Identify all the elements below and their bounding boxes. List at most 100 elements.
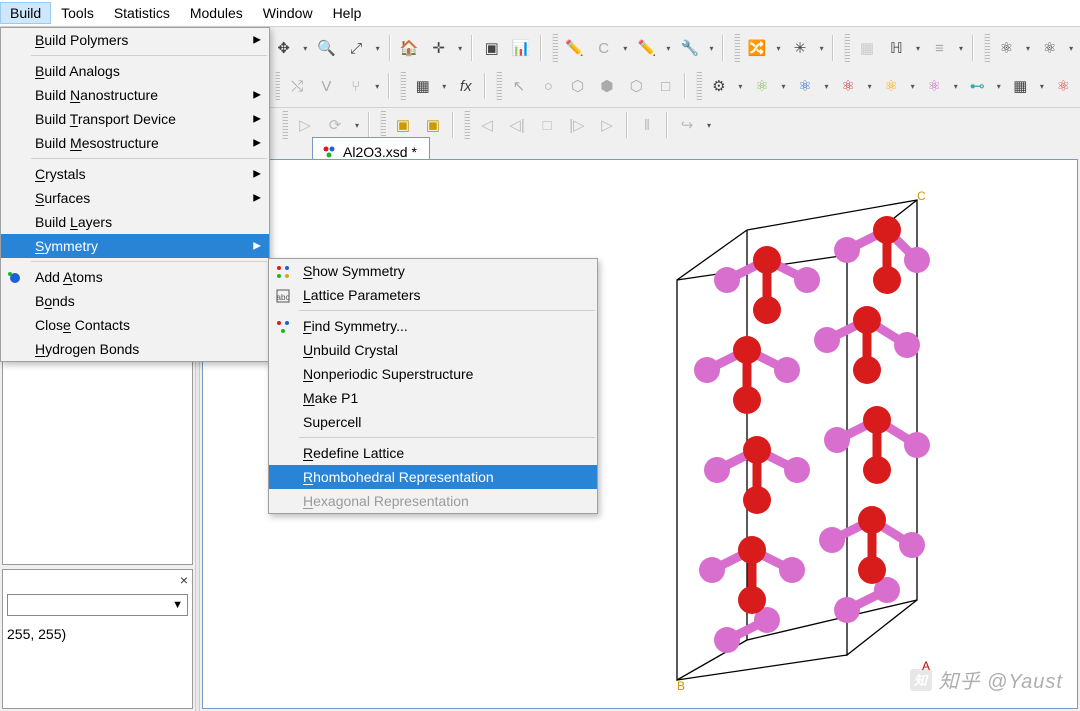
menu-show-symmetry[interactable]: Show Symmetry: [269, 259, 597, 283]
tool-h-icon[interactable]: ℍ: [884, 35, 909, 61]
svg-text:abc: abc: [277, 293, 290, 302]
dropdown-icon[interactable]: ▾: [664, 44, 674, 53]
menu-window[interactable]: Window: [253, 2, 323, 24]
dropdown-icon[interactable]: ▾: [774, 44, 784, 53]
find-symmetry-icon: [273, 317, 293, 337]
menu-nonperiodic-superstructure[interactable]: Nonperiodic Superstructure: [269, 362, 597, 386]
tool-mod8-icon[interactable]: ▦: [1008, 73, 1033, 99]
document-tabstrip: Al2O3.xsd *: [200, 105, 1080, 159]
tool-pencil-icon[interactable]: ✏️: [562, 35, 587, 61]
submenu-arrow-icon: ▶: [253, 35, 261, 46]
tool-tree-icon[interactable]: ⑂: [343, 73, 368, 99]
tool-build-icon[interactable]: 🔧: [677, 35, 702, 61]
dropdown-icon[interactable]: ▾: [1023, 44, 1033, 53]
tool-home-icon[interactable]: 🏠: [397, 35, 422, 61]
menu-hydrogen-bonds[interactable]: Hydrogen Bonds: [1, 337, 269, 361]
tool-molecule-red-icon[interactable]: ⚛: [994, 35, 1019, 61]
menu-find-symmetry[interactable]: Find Symmetry...: [269, 314, 597, 338]
dropdown-icon[interactable]: ▾: [439, 82, 449, 91]
menu-build-transport-device[interactable]: Build Transport Device▶: [1, 107, 269, 131]
tool-cluster-icon[interactable]: ✳: [787, 35, 812, 61]
tool-arrows-icon[interactable]: ⤭: [284, 73, 309, 99]
tool-zoom-icon[interactable]: 🔍: [314, 35, 339, 61]
tool-sketch-icon[interactable]: ✏️: [634, 35, 659, 61]
svg-text:C: C: [917, 189, 926, 203]
tool-circle-icon[interactable]: ○: [536, 73, 561, 99]
tool-hex2-icon[interactable]: ⬢: [594, 73, 619, 99]
dropdown-icon[interactable]: ▾: [736, 82, 746, 91]
menu-build-layers[interactable]: Build Layers: [1, 210, 269, 234]
dropdown-icon[interactable]: ▾: [994, 82, 1004, 91]
dropdown-icon[interactable]: ▾: [372, 82, 382, 91]
tool-pointer-icon[interactable]: ↖: [506, 73, 531, 99]
dropdown-icon[interactable]: ▾: [373, 44, 383, 53]
dropdown-icon[interactable]: ▾: [455, 44, 465, 53]
tool-hex3-icon[interactable]: ⬡: [624, 73, 649, 99]
dropdown-icon[interactable]: ▾: [913, 44, 923, 53]
menu-modules[interactable]: Modules: [180, 2, 253, 24]
tool-shuffle-icon[interactable]: 🔀: [744, 35, 769, 61]
tool-select-icon[interactable]: ▣: [479, 35, 504, 61]
dropdown-icon[interactable]: ▾: [779, 82, 789, 91]
menu-build-nanostructure[interactable]: Build Nanostructure▶: [1, 83, 269, 107]
dropdown-icon[interactable]: ▾: [908, 82, 918, 91]
tool-square-icon[interactable]: □: [653, 73, 678, 99]
menu-surfaces[interactable]: Surfaces▶: [1, 186, 269, 210]
menu-supercell[interactable]: Supercell: [269, 410, 597, 434]
menu-make-p1[interactable]: Make P1: [269, 386, 597, 410]
menu-unbuild-crystal[interactable]: Unbuild Crystal: [269, 338, 597, 362]
molecule-doc-icon: [321, 144, 337, 160]
menu-symmetry[interactable]: Symmetry▶: [1, 234, 269, 258]
dropdown-icon[interactable]: ▾: [865, 82, 875, 91]
tool-mod5-icon[interactable]: ⚛: [878, 73, 903, 99]
tool-nav-icon[interactable]: ✥: [271, 35, 296, 61]
dropdown-icon[interactable]: ▾: [956, 44, 966, 53]
dropdown-icon[interactable]: ▾: [817, 44, 827, 53]
close-icon[interactable]: ×: [180, 572, 188, 588]
dropdown-icon[interactable]: ▾: [707, 44, 717, 53]
tool-center-icon[interactable]: ✛: [426, 35, 451, 61]
tool-c-icon[interactable]: C: [591, 35, 616, 61]
dropdown-icon[interactable]: ▾: [1037, 82, 1047, 91]
tool-move-icon[interactable]: ⤢: [343, 35, 368, 61]
tool-mod9-icon[interactable]: ⚛: [1051, 73, 1076, 99]
menu-lattice-parameters[interactable]: abc Lattice Parameters: [269, 283, 597, 307]
tool-mod2-icon[interactable]: ⚛: [749, 73, 774, 99]
tool-mod1-icon[interactable]: ⚙: [706, 73, 731, 99]
chevron-down-icon: ▼: [172, 599, 183, 611]
menu-build-analogs[interactable]: Build Analogs: [1, 59, 269, 83]
tool-v-icon[interactable]: V: [314, 73, 339, 99]
menu-hexagonal-representation: Hexagonal Representation: [269, 489, 597, 513]
tool-mod7-icon[interactable]: ⊷: [965, 73, 990, 99]
tool-mod6-icon[interactable]: ⚛: [922, 73, 947, 99]
menu-add-atoms[interactable]: Add Atoms: [1, 265, 269, 289]
menu-build[interactable]: Build: [0, 2, 51, 24]
dropdown-icon[interactable]: ▾: [620, 44, 630, 53]
menu-redefine-lattice[interactable]: Redefine Lattice: [269, 441, 597, 465]
tool-mod4-icon[interactable]: ⚛: [835, 73, 860, 99]
menu-build-mesostructure[interactable]: Build Mesostructure▶: [1, 131, 269, 155]
dropdown-icon[interactable]: ▾: [951, 82, 961, 91]
tool-hex-icon[interactable]: ⬡: [565, 73, 590, 99]
property-combo[interactable]: ▼: [7, 594, 188, 616]
tool-fx-icon[interactable]: fx: [453, 73, 478, 99]
menu-bonds[interactable]: Bonds: [1, 289, 269, 313]
dropdown-icon[interactable]: ▾: [1066, 44, 1076, 53]
tool-layers-icon[interactable]: ≡: [927, 35, 952, 61]
dropdown-icon[interactable]: ▾: [300, 44, 310, 53]
tool-grid-icon[interactable]: ▦: [854, 35, 879, 61]
menu-tools[interactable]: Tools: [51, 2, 104, 24]
tool-mod3-icon[interactable]: ⚛: [792, 73, 817, 99]
menu-help[interactable]: Help: [323, 2, 372, 24]
menu-close-contacts[interactable]: Close Contacts: [1, 313, 269, 337]
symmetry-submenu: Show Symmetry abc Lattice Parameters Fin…: [268, 258, 598, 514]
menu-rhombohedral-representation[interactable]: Rhombohedral Representation: [269, 465, 597, 489]
tool-graph-icon[interactable]: 📊: [508, 35, 533, 61]
menu-build-polymers[interactable]: Build Polymers▶: [1, 28, 269, 52]
tool-table-icon[interactable]: ▦: [410, 73, 435, 99]
dropdown-icon[interactable]: ▾: [822, 82, 832, 91]
menu-statistics[interactable]: Statistics: [104, 2, 180, 24]
submenu-arrow-icon: ▶: [253, 138, 261, 149]
tool-molecule-yellow-icon[interactable]: ⚛: [1037, 35, 1062, 61]
menu-crystals[interactable]: Crystals▶: [1, 162, 269, 186]
